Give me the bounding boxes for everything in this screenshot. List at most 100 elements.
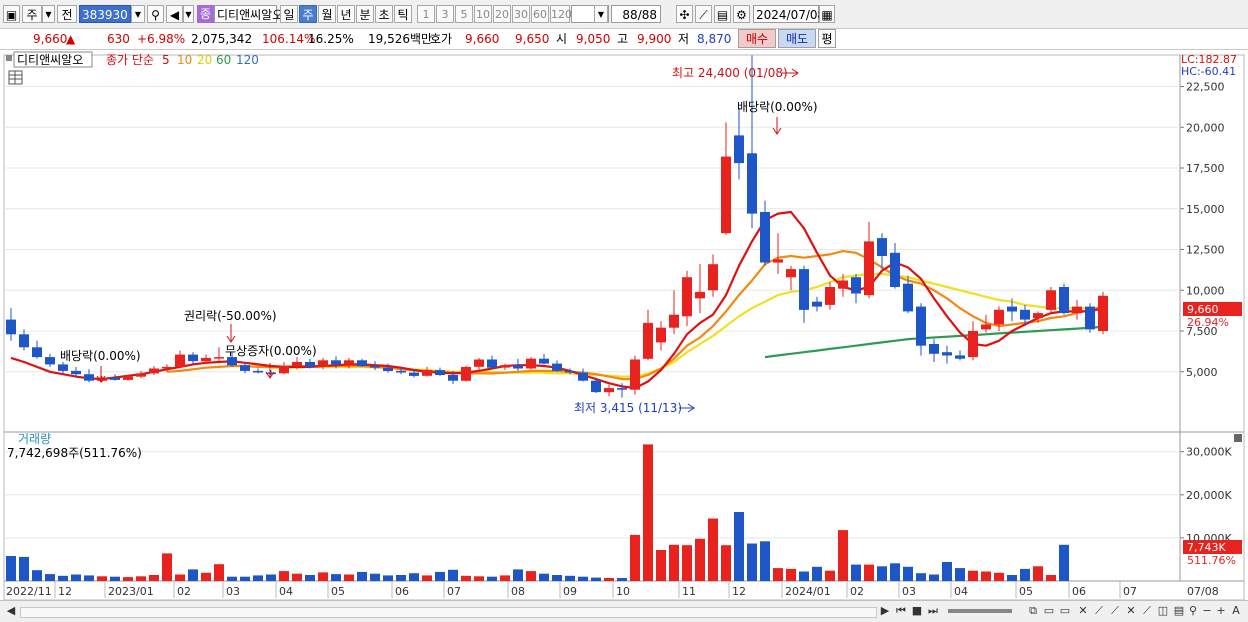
cross2-icon[interactable]: ✕ [1124,604,1138,618]
tick-interval-button[interactable]: 120 [550,5,572,23]
candle-body [786,269,796,278]
candle-body [162,366,172,369]
zoom-out-icon[interactable]: − [1200,604,1214,618]
volume-bar [851,564,861,581]
sell-button[interactable]: 매도 [778,29,816,48]
stop-icon[interactable]: ■ [910,604,924,618]
window-icon[interactable]: ▭ [1042,604,1056,618]
candle-body [591,380,601,393]
copy-icon[interactable]: ⧉ [1026,604,1040,618]
price-axis-label: 10,000 [1186,284,1225,297]
period-button[interactable]: 일 [280,5,298,23]
camera-icon[interactable]: ◫ [1156,604,1170,618]
zoom-slider[interactable] [948,609,1012,613]
code-dropdown-icon[interactable]: ▼ [131,5,145,23]
prev-button[interactable]: 전 [57,5,77,23]
volume-bar [994,572,1004,581]
volume-bar [370,573,380,581]
period-button[interactable]: 틱 [394,5,412,23]
crosshair-icon[interactable]: ✕ [1076,604,1090,618]
volume-bar [123,577,133,581]
close-pane-icon[interactable] [1234,434,1242,442]
tick-interval-button[interactable]: 3 [436,5,454,23]
price-axis-label: 12,500 [1186,244,1225,257]
volume-info: 7,742,698주(511.76%) [7,446,142,460]
candle-body [1046,290,1056,310]
market-type-select[interactable]: 주 [22,5,42,23]
candle-body [799,269,809,310]
tick-interval-button[interactable]: 30 [512,5,530,23]
scroll-right-icon[interactable]: ▶ [878,604,892,618]
x-axis-label: 04 [279,585,293,598]
period-button[interactable]: 초 [375,5,393,23]
tool-icon[interactable]: ⟋ [1140,604,1154,618]
candle-body [565,370,575,373]
window2-icon[interactable]: ▭ [1058,604,1072,618]
price-change: 630 [107,32,130,46]
tick-interval-button[interactable]: 20 [493,5,511,23]
zoom-in-icon[interactable]: + [1214,604,1228,618]
settings-icon[interactable]: ⚙ [733,5,750,23]
tick-interval-button[interactable]: 60 [531,5,549,23]
candle-body [1020,309,1030,320]
buy-button[interactable]: 매수 [738,29,776,48]
ma120-label: 120 [236,53,259,67]
stock-code-input[interactable]: 383930 [79,5,131,23]
count-field[interactable]: 88/88 [611,5,661,23]
save-icon[interactable]: ▤ [714,5,731,23]
period-button[interactable]: 주 [299,5,317,23]
volume-bar [500,575,510,581]
speaker-icon[interactable]: ◀ [166,5,183,23]
stock-badge: 종 [197,5,214,23]
volume-bar [955,568,965,581]
tick-interval-button[interactable]: 10 [474,5,492,23]
interval-dropdown-icon[interactable]: ▼ [594,5,608,23]
speaker-dropdown-icon[interactable]: ▼ [183,5,194,23]
volume-bar [136,576,146,581]
candle-body [747,153,757,214]
candle-body [825,287,835,305]
scroll-left-icon[interactable]: ◀ [4,604,18,618]
period-button[interactable]: 분 [356,5,374,23]
tick-interval-button[interactable]: 5 [455,5,473,23]
period-button[interactable]: 년 [337,5,355,23]
x-axis-label: 07/08 [1187,585,1219,598]
x-axis-label: 03 [902,585,916,598]
search-icon[interactable]: ⚲ [147,5,164,23]
volume-bar [799,571,809,581]
trend-icon[interactable]: ⟋ [1092,604,1106,618]
candle-body [773,259,783,263]
print-icon[interactable]: ▤ [1172,604,1186,618]
candle-body [1072,306,1082,314]
volume-bar [526,571,536,581]
scroll-last-icon[interactable]: ⏭ [926,604,940,618]
low-annotation: 최저 3,415 (11/13) [574,401,682,415]
period-button[interactable]: 월 [318,5,336,23]
x-axis-label: 06 [1072,585,1086,598]
font-size-icon[interactable]: A [1229,604,1243,618]
tick-interval-button[interactable]: 1 [417,5,435,23]
x-axis-label: 2024/01 [785,585,831,598]
candle-body [123,376,133,380]
volume-bar [929,574,939,581]
calendar-icon[interactable]: ▦ [819,5,835,23]
volume-bar [110,576,120,581]
tool-line-icon[interactable]: ⟋ [695,5,712,23]
bid-price: 9,650 [515,32,550,46]
market-dropdown-icon[interactable]: ▼ [42,5,55,23]
eval-button[interactable]: 평 [818,29,836,48]
candle-body [760,212,770,263]
x-axis-label: 09 [563,585,577,598]
x-axis-label: 06 [395,585,409,598]
candle-body [110,377,120,380]
trend2-icon[interactable]: ⟋ [1108,604,1122,618]
zoom-icon[interactable]: ⚲ [1186,604,1200,618]
volume-value: 2,075,342 [191,32,253,46]
legend-bullet [6,55,12,61]
tool-cross-icon[interactable]: ✣ [676,5,693,23]
scroll-track[interactable] [20,607,877,618]
candle-body [578,372,588,381]
date-input[interactable]: 2024/07/08 [753,5,825,23]
scroll-first-icon[interactable]: ⏮ [894,604,908,618]
chart-window-icon[interactable]: ▣ [3,5,20,23]
